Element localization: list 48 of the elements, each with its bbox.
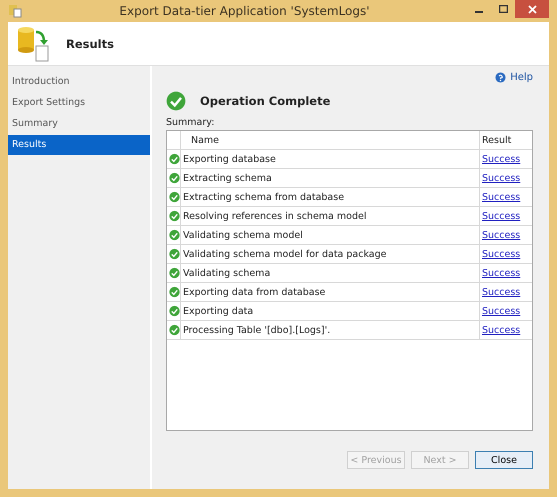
result-link[interactable]: Success (482, 172, 520, 184)
help-link[interactable]: Help (495, 72, 533, 83)
result-link[interactable]: Success (482, 268, 520, 278)
app-icon (8, 4, 22, 18)
check-icon (169, 324, 180, 336)
result-link[interactable]: Success (482, 248, 520, 260)
status-title: Operation Complete (200, 94, 330, 108)
column-header: Result (481, 134, 512, 148)
check-icon (166, 91, 186, 111)
check-icon (169, 267, 180, 279)
sidebar-item[interactable]: Introduction (8, 72, 150, 92)
maximize-icon (498, 5, 508, 13)
sidebar-item[interactable]: Summary (8, 114, 150, 134)
close-button[interactable] (515, 0, 549, 18)
result-link[interactable]: Success (482, 230, 520, 240)
table-cell: Processing Table '[dbo].[Logs]'. (181, 321, 480, 339)
table-cell: Exporting data (181, 302, 480, 320)
table-cell: Extracting schema (181, 169, 480, 187)
table-cell: Validating schema (181, 264, 480, 282)
table-cell: Exporting data from database (181, 283, 480, 301)
window-title: Export Data-tier Application 'SystemLogs' (118, 4, 371, 18)
check-icon (169, 305, 180, 317)
result-link[interactable]: Success (482, 286, 520, 298)
check-icon (169, 172, 180, 184)
result-link[interactable]: Success (482, 192, 520, 202)
result-link[interactable]: Success (482, 210, 520, 222)
result-link[interactable]: Success (482, 306, 520, 316)
summary-label: Summary: (166, 117, 216, 128)
check-icon (169, 191, 180, 203)
result-link[interactable]: Success (482, 324, 520, 336)
check-icon (169, 229, 180, 241)
close-icon (528, 4, 536, 14)
result-link[interactable]: Success (482, 154, 520, 164)
table-cell: Extracting schema from database (181, 188, 480, 206)
check-icon (169, 210, 180, 222)
check-icon (169, 248, 180, 260)
sidebar-item[interactable]: Results (8, 135, 150, 155)
column-header: Name (181, 131, 480, 149)
table-cell: Exporting database (181, 150, 480, 168)
table-cell: Resolving references in schema model (181, 207, 480, 225)
check-icon (169, 153, 180, 165)
help-icon (495, 72, 506, 83)
dialog-button[interactable]: Close (475, 451, 533, 469)
table-cell: Validating schema model for data package (181, 245, 480, 263)
sidebar-item[interactable]: Export Settings (8, 93, 150, 113)
table-cell: Validating schema model (181, 226, 480, 244)
page-title: Results (66, 36, 114, 50)
check-icon (169, 286, 180, 298)
